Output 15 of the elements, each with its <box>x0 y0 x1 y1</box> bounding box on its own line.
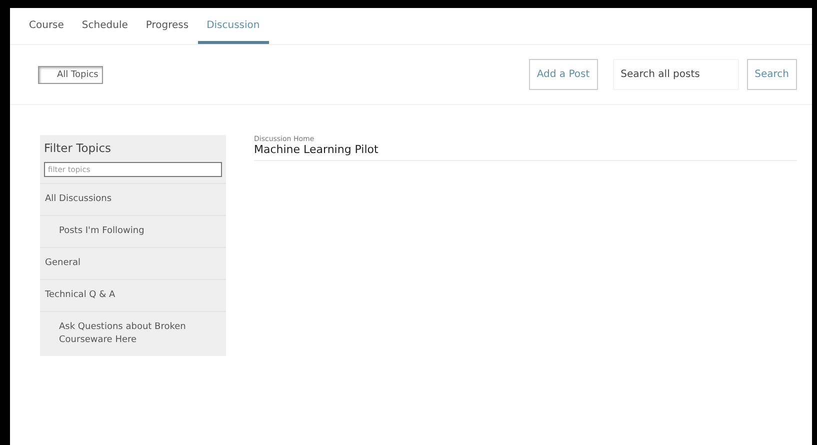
add-post-button[interactable]: Add a Post <box>528 59 598 90</box>
nav-tab[interactable]: Progress <box>136 8 198 44</box>
search-button[interactable]: Search <box>746 59 797 90</box>
topic-item[interactable]: Technical Q & A <box>40 279 226 311</box>
nav-tab[interactable]: Schedule <box>72 8 137 44</box>
nav-tab[interactable]: Course <box>20 8 73 44</box>
topic-item[interactable]: Posts I'm Following <box>40 215 226 247</box>
topic-item[interactable]: General <box>40 247 226 279</box>
topics-button[interactable]: All Topics <box>38 66 104 84</box>
page-title: Machine Learning Pilot <box>254 143 380 156</box>
sidebar-title: Filter Topics <box>43 140 112 157</box>
nav-tab[interactable]: Discussion <box>198 8 269 44</box>
topic-item[interactable]: Ask Questions about Broken Courseware Here <box>40 311 226 356</box>
topic-item[interactable]: All Discussions <box>40 183 226 215</box>
search-field[interactable]: Search all posts <box>612 59 739 90</box>
